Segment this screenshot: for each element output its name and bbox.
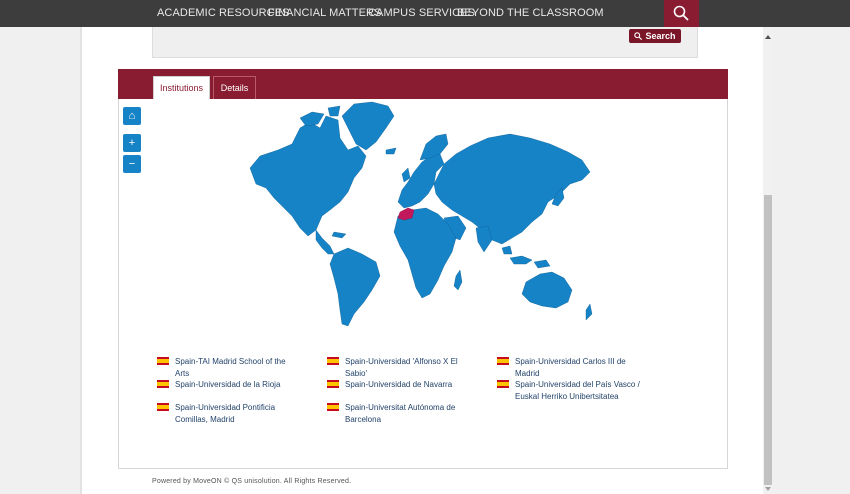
scrollbar-thumb[interactable] (764, 195, 772, 485)
map-north-america (249, 115, 367, 237)
institution-link[interactable]: Spain-Universidad 'Alfonso X El Sabio' (345, 356, 465, 379)
tab-details[interactable]: Details (213, 76, 256, 99)
map-greenland (341, 101, 395, 151)
map-uk (385, 147, 411, 183)
institution-name: Spain-Universidad del País Vasco / Euska… (515, 380, 640, 401)
spain-flag-icon (327, 403, 339, 411)
world-map[interactable] (230, 98, 610, 330)
institution-name: Spain-Universidad Carlos III de Madrid (515, 357, 626, 378)
spain-flag-icon (327, 380, 339, 388)
map-south-america (329, 247, 381, 327)
institution-link[interactable]: Spain-Universidad de la Rioja (175, 379, 305, 391)
nav-beyond-the-classroom[interactable]: BEYOND THE CLASSROOM (457, 7, 604, 19)
spain-flag-icon (157, 380, 169, 388)
map-home-button[interactable]: ⌂ (123, 107, 141, 125)
scroll-down-arrow-icon[interactable] (765, 487, 771, 491)
institution-name: Spain-Universidad de Navarra (345, 380, 453, 389)
search-submit-button[interactable]: Search (629, 29, 681, 43)
home-icon: ⌂ (128, 110, 136, 122)
tab-institutions[interactable]: Institutions (153, 76, 210, 99)
institution-name: Spain-TAI Madrid School of the Arts (175, 357, 286, 378)
institution-link[interactable]: Spain-Universidad de Navarra (345, 379, 475, 391)
spain-flag-icon (157, 403, 169, 411)
map-scandinavia (419, 133, 449, 161)
map-indonesia (501, 245, 551, 269)
map-madagascar (453, 269, 463, 291)
spain-flag-icon (157, 357, 169, 365)
map-zoom-out-button[interactable]: − (123, 155, 141, 173)
top-navigation-bar: ACADEMIC RESOURCES FINANCIAL MATTERS CAM… (0, 0, 850, 27)
institution-link[interactable]: Spain-Universidad Carlos III de Madrid (515, 356, 635, 379)
nav-search-button[interactable] (664, 0, 699, 27)
institution-name: Spain-Universitat Autónoma de Barcelona (345, 403, 456, 424)
search-submit-label: Search (645, 31, 676, 41)
map-australia (521, 271, 573, 309)
minus-icon: − (128, 158, 136, 170)
institution-link[interactable]: Spain-Universitat Autónoma de Barcelona (345, 402, 465, 425)
nav-financial-matters[interactable]: FINANCIAL MATTERS (268, 7, 382, 19)
map-zoom-in-button[interactable]: + (123, 134, 141, 152)
footer-copyright: Powered by MoveON © QS unisolution. All … (152, 478, 352, 485)
institution-name: Spain-Universidad de la Rioja (175, 380, 281, 389)
institution-link[interactable]: Spain-Universidad del País Vasco / Euska… (515, 379, 643, 402)
scroll-up-arrow-icon[interactable] (765, 35, 771, 39)
spain-flag-icon (497, 357, 509, 365)
plus-icon: + (128, 137, 136, 149)
search-icon (634, 32, 643, 40)
institution-name: Spain-Universidad 'Alfonso X El Sabio' (345, 357, 458, 378)
magnifier-icon (673, 5, 689, 21)
institution-name: Spain-Universidad Pontificia Comillas, M… (175, 403, 276, 424)
institution-link[interactable]: Spain-TAI Madrid School of the Arts (175, 356, 293, 379)
search-panel (152, 27, 698, 58)
institution-link[interactable]: Spain-Universidad Pontificia Comillas, M… (175, 402, 285, 425)
map-central-america (315, 229, 347, 255)
map-spain-highlight (397, 207, 415, 221)
map-new-zealand (585, 303, 593, 321)
spain-flag-icon (497, 380, 509, 388)
spain-flag-icon (327, 357, 339, 365)
